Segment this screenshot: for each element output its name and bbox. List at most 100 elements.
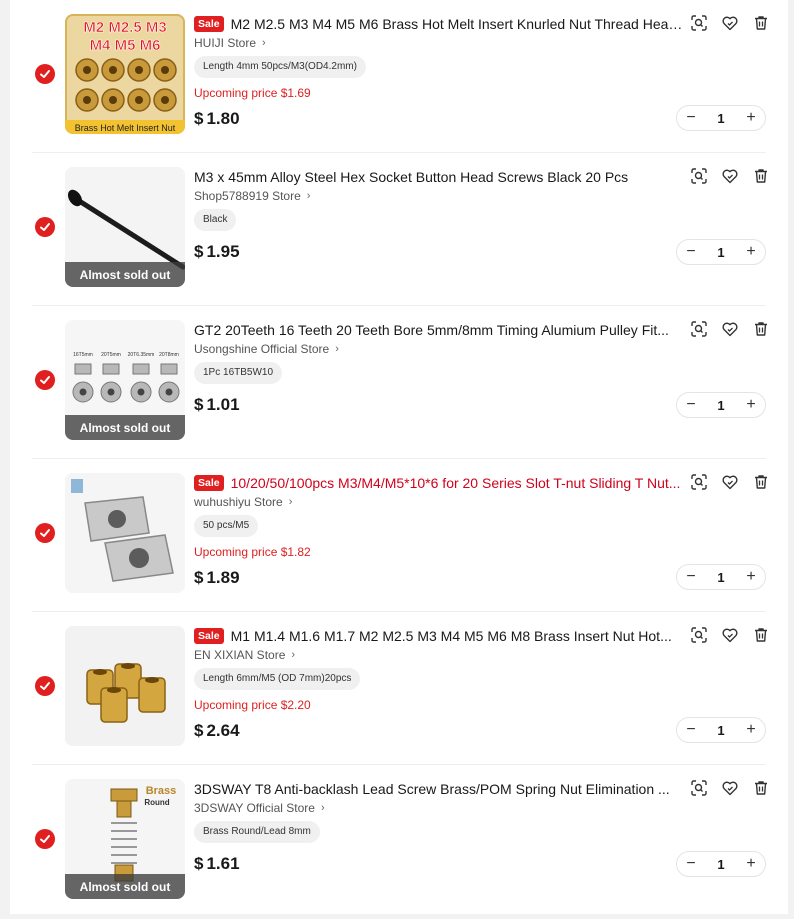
product-title-row[interactable]: 3DSWAY T8 Anti-backlash Lead Screw Brass… (194, 779, 684, 799)
decrease-qty-button[interactable]: − (684, 397, 698, 413)
item-actions (690, 320, 770, 338)
store-link[interactable]: 3DSWAY Official Store › (194, 801, 325, 815)
wishlist-heart-icon[interactable] (721, 167, 739, 185)
decrease-qty-button[interactable]: − (684, 856, 698, 872)
product-image[interactable]: Almost sold out (65, 167, 185, 287)
product-title-row[interactable]: Sale M1 M1.4 M1.6 M1.7 M2 M2.5 M3 M4 M5 … (194, 626, 684, 646)
wishlist-heart-icon[interactable] (721, 14, 739, 32)
product-title[interactable]: GT2 20Teeth 16 Teeth 20 Teeth Bore 5mm/8… (194, 322, 669, 338)
product-title-row[interactable]: Sale M2 M2.5 M3 M4 M5 M6 Brass Hot Melt … (194, 14, 684, 34)
price-value: 1.95 (206, 242, 240, 261)
cart-item: 16T5mm 20T5mm 20T6.35mm 20T8mm Almost so… (10, 306, 788, 459)
check-icon (40, 529, 50, 537)
wishlist-heart-icon[interactable] (721, 473, 739, 491)
quantity-value[interactable]: 1 (717, 245, 724, 260)
product-image[interactable]: M2 M2.5 M3 M4 M5 M6 Brass Hot Melt Inser… (65, 14, 185, 134)
cart-item: M2 M2.5 M3 M4 M5 M6 Brass Hot Melt Inser… (10, 0, 788, 153)
thumb-label: 16T5mm (73, 352, 93, 358)
almost-sold-out-label: Almost sold out (65, 874, 185, 899)
brass-insert-nut-image (65, 626, 185, 746)
increase-qty-button[interactable]: + (744, 397, 758, 413)
product-image[interactable] (65, 626, 185, 746)
quantity-value[interactable]: 1 (717, 857, 724, 872)
increase-qty-button[interactable]: + (744, 722, 758, 738)
t-nut-image (65, 473, 185, 593)
increase-qty-button[interactable]: + (744, 244, 758, 260)
find-similar-icon[interactable] (690, 779, 708, 797)
cart-item: Sale M1 M1.4 M1.6 M1.7 M2 M2.5 M3 M4 M5 … (10, 612, 788, 765)
delete-trash-icon[interactable] (752, 14, 770, 32)
delete-trash-icon[interactable] (752, 473, 770, 491)
find-similar-icon[interactable] (690, 473, 708, 491)
variant-chip[interactable]: Length 6mm/M5 (OD 7mm)20pcs (194, 668, 361, 690)
delete-trash-icon[interactable] (752, 626, 770, 644)
product-title-row[interactable]: Sale 10/20/50/100pcs M3/M4/M5*10*6 for 2… (194, 473, 684, 493)
upcoming-price: Upcoming price $1.82 (194, 545, 311, 559)
find-similar-icon[interactable] (690, 167, 708, 185)
delete-trash-icon[interactable] (752, 167, 770, 185)
brass-insert-image: M2 M2.5 M3 M4 M5 M6 Brass Hot Melt Inser… (65, 14, 185, 134)
find-similar-icon[interactable] (690, 14, 708, 32)
quantity-value[interactable]: 1 (717, 570, 724, 585)
store-link[interactable]: HUIJI Store › (194, 36, 266, 50)
product-image[interactable]: Brass Round Almost sold out (65, 779, 185, 899)
store-link[interactable]: EN XIXIAN Store › (194, 648, 295, 662)
decrease-qty-button[interactable]: − (684, 722, 698, 738)
increase-qty-button[interactable]: + (744, 856, 758, 872)
delete-trash-icon[interactable] (752, 320, 770, 338)
product-title[interactable]: 3DSWAY T8 Anti-backlash Lead Screw Brass… (194, 781, 670, 797)
variant-chip[interactable]: Length 4mm 50pcs/M3(OD4.2mm) (194, 56, 366, 78)
chevron-right-icon: › (262, 37, 266, 49)
product-title-row[interactable]: GT2 20Teeth 16 Teeth 20 Teeth Bore 5mm/8… (194, 320, 684, 340)
increase-qty-button[interactable]: + (744, 569, 758, 585)
thumb-line2: Round (144, 798, 169, 807)
product-title-row[interactable]: M3 x 45mm Alloy Steel Hex Socket Button … (194, 167, 684, 187)
select-checkbox[interactable] (35, 829, 55, 849)
product-image[interactable]: 16T5mm 20T5mm 20T6.35mm 20T8mm Almost so… (65, 320, 185, 440)
store-link[interactable]: wuhushiyu Store › (194, 495, 292, 509)
variant-chip[interactable]: Brass Round/Lead 8mm (194, 821, 320, 843)
decrease-qty-button[interactable]: − (684, 569, 698, 585)
product-image[interactable] (65, 473, 185, 593)
product-title[interactable]: M3 x 45mm Alloy Steel Hex Socket Button … (194, 169, 628, 185)
find-similar-icon[interactable] (690, 320, 708, 338)
delete-trash-icon[interactable] (752, 779, 770, 797)
increase-qty-button[interactable]: + (744, 110, 758, 126)
quantity-value[interactable]: 1 (717, 723, 724, 738)
quantity-stepper: − 1 + (676, 851, 766, 877)
select-checkbox[interactable] (35, 217, 55, 237)
variant-chip[interactable]: 1Pc 16TB5W10 (194, 362, 283, 384)
product-title[interactable]: M2 M2.5 M3 M4 M5 M6 Brass Hot Melt Inser… (231, 16, 684, 32)
wishlist-heart-icon[interactable] (721, 320, 739, 338)
select-checkbox[interactable] (35, 676, 55, 696)
check-icon (40, 835, 50, 843)
select-checkbox[interactable] (35, 370, 55, 390)
thumb-caption: Brass Hot Melt Insert Nut (75, 123, 176, 133)
quantity-value[interactable]: 1 (717, 111, 724, 126)
quantity-stepper: − 1 + (676, 392, 766, 418)
product-title[interactable]: M1 M1.4 M1.6 M1.7 M2 M2.5 M3 M4 M5 M6 M8… (231, 628, 672, 644)
product-title[interactable]: 10/20/50/100pcs M3/M4/M5*10*6 for 20 Ser… (231, 475, 681, 491)
find-similar-icon[interactable] (690, 626, 708, 644)
wishlist-heart-icon[interactable] (721, 779, 739, 797)
select-checkbox[interactable] (35, 64, 55, 84)
item-actions (690, 626, 770, 644)
decrease-qty-button[interactable]: − (684, 244, 698, 260)
select-checkbox[interactable] (35, 523, 55, 543)
variant-chip[interactable]: Black (194, 209, 237, 231)
price: $1.01 (194, 395, 240, 415)
variant-chip[interactable]: 50 pcs/M5 (194, 515, 259, 537)
price-value: 2.64 (206, 721, 240, 740)
quantity-stepper: − 1 + (676, 564, 766, 590)
cart-item: Brass Round Almost sold out 3DSWAY T8 An… (10, 765, 788, 918)
store-link[interactable]: Shop5788919 Store › (194, 189, 310, 203)
check-icon (40, 376, 50, 384)
thumb-line2: M4 M5 M6 (90, 37, 161, 54)
decrease-qty-button[interactable]: − (684, 110, 698, 126)
quantity-value[interactable]: 1 (717, 398, 724, 413)
store-link[interactable]: Usongshine Official Store › (194, 342, 339, 356)
cart-panel: M2 M2.5 M3 M4 M5 M6 Brass Hot Melt Inser… (10, 0, 788, 914)
sale-badge: Sale (194, 16, 224, 32)
wishlist-heart-icon[interactable] (721, 626, 739, 644)
check-icon (40, 682, 50, 690)
